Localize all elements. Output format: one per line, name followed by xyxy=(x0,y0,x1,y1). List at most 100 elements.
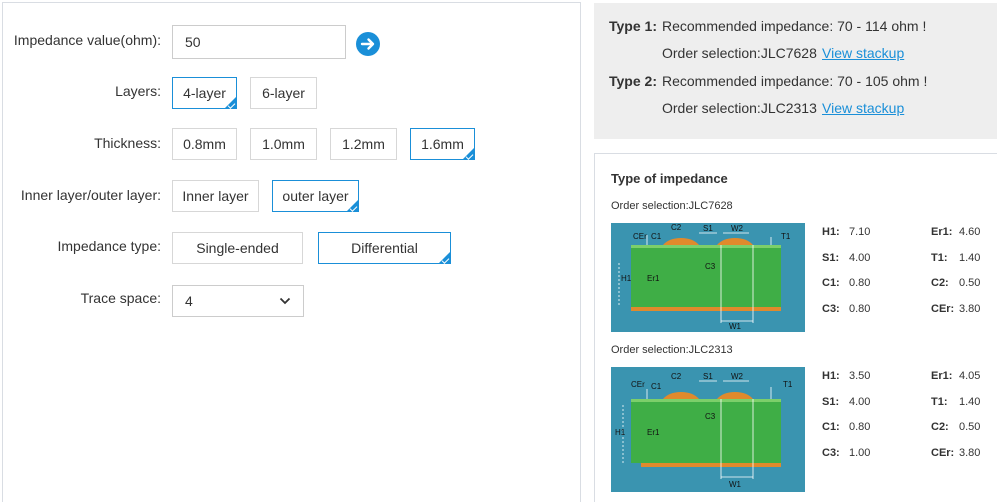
layers-option-4[interactable]: 4-layer xyxy=(172,77,237,109)
impedance-type-panel: Type of impedance Order selection:JLC762… xyxy=(594,153,997,502)
thickness-option-label: 0.8mm xyxy=(183,136,226,152)
pcb-cross-section-image: CEr C1 C2 S1 W2 T1 C3 H1 Er1 W1 xyxy=(611,223,805,332)
recommended-impedance: Recommended impedance: 70 - 105 ohm ! xyxy=(662,73,928,89)
thickness-option-1-0[interactable]: 1.0mm xyxy=(250,128,317,160)
view-stackup-link[interactable]: View stackup xyxy=(822,100,904,116)
pcb-cross-section-image: CEr C1 C2 S1 W2 T1 C3 H1 Er1 W1 xyxy=(611,367,805,492)
thickness-option-label: 1.6mm xyxy=(421,136,464,152)
label-h1: H1 xyxy=(621,274,632,283)
inner-layer-option[interactable]: Inner layer xyxy=(172,180,259,212)
param-value: 4.00 xyxy=(849,396,871,408)
param-value: 0.50 xyxy=(959,277,981,289)
outer-layer-option[interactable]: outer layer xyxy=(272,180,359,212)
param-value: 0.50 xyxy=(959,421,981,433)
inner-outer-label: Inner layer/outer layer: xyxy=(20,187,161,203)
label-c2: C2 xyxy=(671,372,682,381)
label-er1: Er1 xyxy=(647,428,660,437)
trace-space-select[interactable]: 4 xyxy=(172,285,304,317)
result-panel: Type 1: Recommended impedance: 70 - 114 … xyxy=(594,3,997,139)
param-key: T1: xyxy=(931,396,948,408)
param-value: 0.80 xyxy=(849,277,871,289)
param-key: C2: xyxy=(931,421,949,433)
submit-button[interactable] xyxy=(356,32,380,56)
param-value: 4.05 xyxy=(959,370,981,382)
label-h1: H1 xyxy=(615,428,626,437)
label-w2: W2 xyxy=(731,372,744,381)
trace-space-value: 4 xyxy=(185,293,193,309)
param-key: CEr: xyxy=(931,447,955,459)
param-key: S1: xyxy=(822,252,840,264)
differential-label: Differential xyxy=(351,240,418,256)
param-key: C1: xyxy=(822,421,840,433)
label-c1: C1 xyxy=(651,232,662,241)
differential-option[interactable]: Differential xyxy=(318,232,451,264)
param-key: S1: xyxy=(822,396,840,408)
order-selection: Order selection:JLC7628 xyxy=(662,45,817,61)
order-selection: Order selection:JLC2313 xyxy=(662,100,817,116)
param-key: Er1: xyxy=(931,226,953,238)
param-key: C3: xyxy=(822,447,840,459)
impedance-form: Impedance value(ohm): 50 Layers: 4-layer… xyxy=(2,2,581,502)
layers-option-6[interactable]: 6-layer xyxy=(250,77,317,109)
param-value: 1.40 xyxy=(959,396,981,408)
label-c3: C3 xyxy=(705,412,716,421)
param-value: 0.80 xyxy=(849,303,871,315)
param-value: 3.80 xyxy=(959,303,981,315)
stackup-diagram: CEr C1 C2 S1 W2 T1 C3 H1 Er1 W1 xyxy=(611,223,805,332)
param-key: H1: xyxy=(822,370,840,382)
outer-layer-label: outer layer xyxy=(282,188,349,204)
inner-layer-label: Inner layer xyxy=(182,188,249,204)
impedance-input[interactable]: 50 xyxy=(172,25,346,59)
impedance-value: 50 xyxy=(185,34,201,50)
trace-space-label: Trace space: xyxy=(80,290,161,306)
label-t1: T1 xyxy=(783,380,793,389)
label-er1: Er1 xyxy=(647,274,660,283)
label-s1: S1 xyxy=(703,224,713,233)
layers-label: Layers: xyxy=(115,83,161,99)
arrow-right-icon xyxy=(360,38,375,50)
thickness-option-label: 1.0mm xyxy=(262,136,305,152)
result-type-label: Type 1: xyxy=(609,18,657,34)
thickness-option-0-8[interactable]: 0.8mm xyxy=(172,128,237,160)
impedance-type-label: Impedance type: xyxy=(57,238,161,254)
chevron-down-icon xyxy=(279,297,291,305)
param-key: T1: xyxy=(931,252,948,264)
layers-option-label: 4-layer xyxy=(183,85,226,101)
result-type-label: Type 2: xyxy=(609,73,657,89)
recommended-impedance: Recommended impedance: 70 - 114 ohm ! xyxy=(662,18,927,34)
thickness-option-1-2[interactable]: 1.2mm xyxy=(330,128,397,160)
panel-title: Type of impedance xyxy=(611,171,728,186)
label-w1: W1 xyxy=(729,322,742,331)
label-s1: S1 xyxy=(703,372,713,381)
param-key: Er1: xyxy=(931,370,953,382)
label-cer: CEr xyxy=(631,380,645,389)
thickness-label: Thickness: xyxy=(94,135,161,151)
param-key: CEr: xyxy=(931,303,955,315)
stackup-order-selection: Order selection:JLC2313 xyxy=(611,344,733,356)
stackup-diagram: CEr C1 C2 S1 W2 T1 C3 H1 Er1 W1 xyxy=(611,367,805,492)
param-key: H1: xyxy=(822,226,840,238)
thickness-option-1-6[interactable]: 1.6mm xyxy=(410,128,475,160)
param-value: 3.80 xyxy=(959,447,981,459)
layers-option-label: 6-layer xyxy=(262,85,305,101)
label-t1: T1 xyxy=(781,232,791,241)
label-c2: C2 xyxy=(671,223,682,232)
param-value: 3.50 xyxy=(849,370,871,382)
param-key: C2: xyxy=(931,277,949,289)
impedance-label: Impedance value(ohm): xyxy=(13,32,161,48)
param-key: C3: xyxy=(822,303,840,315)
param-value: 0.80 xyxy=(849,421,871,433)
stackup-order-selection: Order selection:JLC7628 xyxy=(611,200,733,212)
label-w2: W2 xyxy=(731,224,744,233)
single-ended-option[interactable]: Single-ended xyxy=(172,232,303,264)
view-stackup-link[interactable]: View stackup xyxy=(822,45,904,61)
param-value: 4.00 xyxy=(849,252,871,264)
param-value: 7.10 xyxy=(849,226,871,238)
label-w1: W1 xyxy=(729,480,742,489)
param-key: C1: xyxy=(822,277,840,289)
label-c1: C1 xyxy=(651,382,662,391)
thickness-option-label: 1.2mm xyxy=(342,136,385,152)
param-value: 4.60 xyxy=(959,226,981,238)
single-ended-label: Single-ended xyxy=(196,240,279,256)
label-c3: C3 xyxy=(705,262,716,271)
